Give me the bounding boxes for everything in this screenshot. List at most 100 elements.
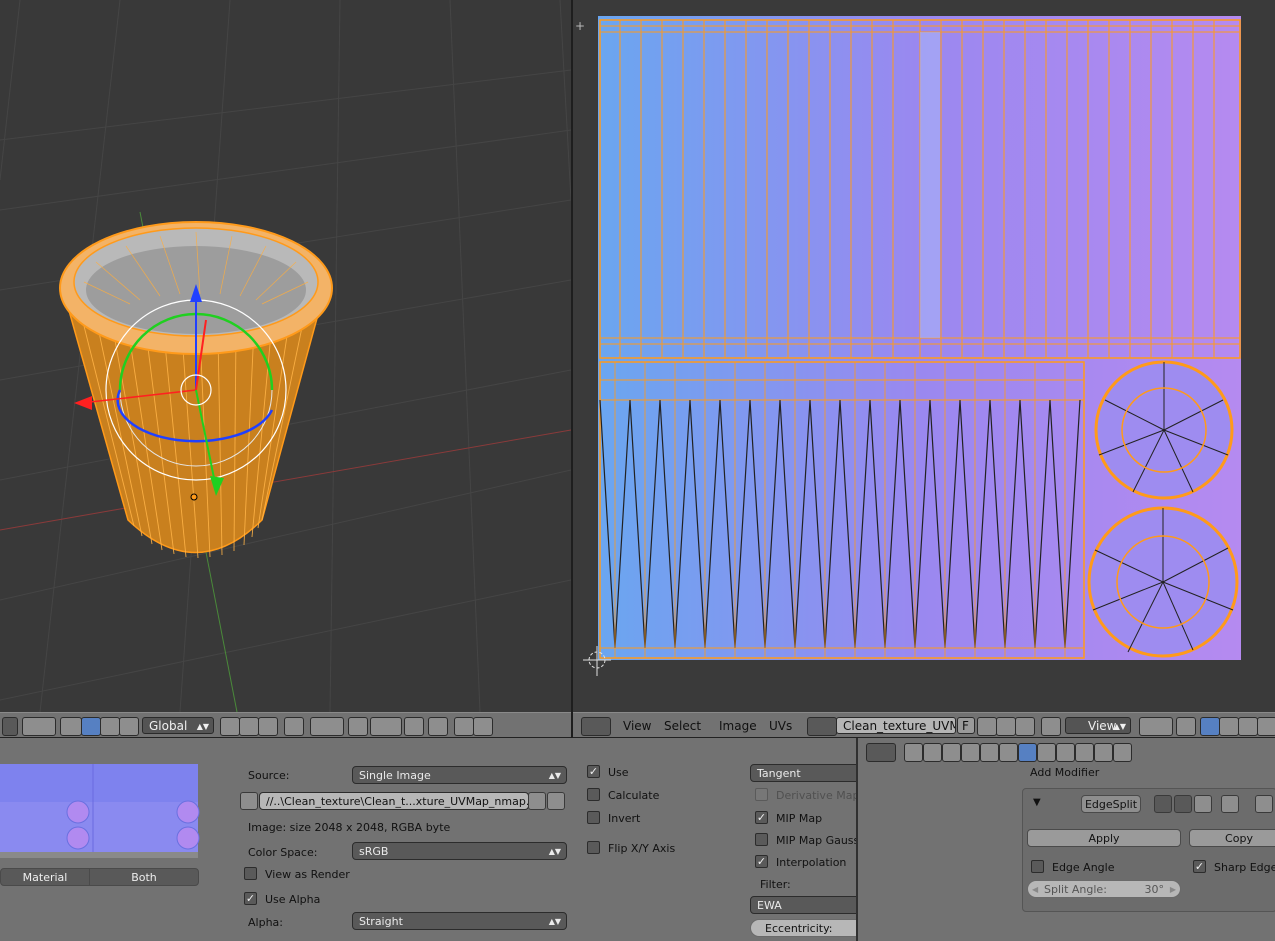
- menu-image[interactable]: Image: [719, 719, 757, 733]
- editor-type-icon[interactable]: [581, 717, 611, 736]
- add-modifier-button[interactable]: Add Modifier: [1022, 764, 1275, 782]
- modifier-icon[interactable]: [1018, 743, 1037, 762]
- image-browse-icon[interactable]: [807, 717, 837, 736]
- modifier-name-field[interactable]: EdgeSplit: [1081, 795, 1141, 813]
- uv-island-top-disc[interactable]: [1094, 360, 1234, 500]
- data-tab-icon[interactable]: [1037, 743, 1056, 762]
- 3d-viewport[interactable]: [0, 0, 571, 712]
- object-tab-icon[interactable]: [980, 743, 999, 762]
- render-tab-icon[interactable]: [904, 743, 923, 762]
- pin-icon[interactable]: [1041, 717, 1061, 736]
- menu-view[interactable]: View: [623, 719, 651, 733]
- cage-toggle-icon[interactable]: [1221, 795, 1239, 813]
- menu-select[interactable]: Select: [664, 719, 701, 733]
- scale-manipulator-icon[interactable]: [119, 717, 139, 736]
- expand-icon[interactable]: ▼: [1033, 797, 1041, 808]
- select-mode-icon[interactable]: [284, 717, 304, 736]
- material-button[interactable]: Material: [0, 868, 90, 886]
- use-alpha-checkbox[interactable]: ✓: [244, 892, 257, 905]
- edge-select-icon[interactable]: [1219, 717, 1239, 736]
- interpolation-checkbox[interactable]: ✓: [755, 855, 768, 868]
- both-button[interactable]: Both: [89, 868, 199, 886]
- source-select[interactable]: Single Image ▲▼: [352, 766, 567, 784]
- viewport-scene[interactable]: [0, 0, 571, 712]
- render-icon[interactable]: [454, 717, 474, 736]
- face-select-icon[interactable]: [1238, 717, 1258, 736]
- translate-manipulator-icon[interactable]: [81, 717, 101, 736]
- corner-widget-icon[interactable]: + +: [573, 19, 585, 33]
- viewport-toggle-icon[interactable]: [1174, 795, 1192, 813]
- open-image-icon[interactable]: [996, 717, 1016, 736]
- snap-target-icon[interactable]: [404, 717, 424, 736]
- preview-resize-handle[interactable]: [0, 852, 198, 858]
- display-mode-select[interactable]: View ▲▼: [1065, 717, 1131, 734]
- vertex-select-icon[interactable]: [1200, 717, 1220, 736]
- mip-map-gaussian-checkbox[interactable]: [755, 833, 768, 846]
- source-label: Source:: [248, 769, 290, 782]
- rotate-manipulator-icon[interactable]: [100, 717, 120, 736]
- filepath-field[interactable]: //..\Clean_texture\Clean_t...xture_UVMap…: [259, 792, 529, 810]
- material-tab-icon[interactable]: [1056, 743, 1075, 762]
- pivot-icon[interactable]: [1139, 717, 1173, 736]
- interpolation-label: Interpolation: [776, 856, 847, 869]
- derivative-map-checkbox[interactable]: [755, 788, 768, 801]
- use-checkbox[interactable]: ✓: [587, 765, 600, 778]
- physics-tab-icon[interactable]: [1113, 743, 1132, 762]
- eccentricity-field[interactable]: Eccentricity:: [750, 919, 860, 937]
- editor-type-icon[interactable]: [866, 743, 896, 762]
- render-layers-tab-icon[interactable]: [923, 743, 942, 762]
- orientation-select[interactable]: Global ▲▼: [142, 717, 214, 734]
- apply-button[interactable]: Apply: [1027, 829, 1181, 847]
- texture-tab-icon[interactable]: [1075, 743, 1094, 762]
- menu-uvs[interactable]: UVs: [769, 719, 792, 733]
- island-select-icon[interactable]: [1257, 717, 1275, 736]
- render-toggle-icon[interactable]: [1154, 795, 1172, 813]
- split-angle-field[interactable]: ◀ Split Angle: 30° ▶: [1027, 880, 1181, 898]
- calculate-checkbox[interactable]: [587, 788, 600, 801]
- layer-2-icon[interactable]: [239, 717, 259, 736]
- view-shading-icon[interactable]: [22, 717, 56, 736]
- scene-tab-icon[interactable]: [942, 743, 961, 762]
- file-browse-icon[interactable]: [528, 792, 546, 810]
- constraints-tab-icon[interactable]: [999, 743, 1018, 762]
- new-image-icon[interactable]: [977, 717, 997, 736]
- opengl-render-icon[interactable]: [428, 717, 448, 736]
- uv-canvas[interactable]: + +: [573, 0, 1275, 712]
- editor-type-icon[interactable]: [2, 717, 18, 736]
- image-name-field[interactable]: Clean_texture_UVM...: [836, 717, 956, 734]
- reload-icon[interactable]: [547, 792, 565, 810]
- world-tab-icon[interactable]: [961, 743, 980, 762]
- image-file-icon[interactable]: [240, 792, 258, 810]
- edge-angle-label: Edge Angle: [1052, 861, 1115, 874]
- particles-tab-icon[interactable]: [1094, 743, 1113, 762]
- sharp-edges-checkbox[interactable]: ✓: [1193, 860, 1206, 873]
- snap-element-icon[interactable]: [370, 717, 402, 736]
- pivot-icon[interactable]: [60, 717, 82, 736]
- render-animation-icon[interactable]: [473, 717, 493, 736]
- flip-xy-checkbox[interactable]: [587, 841, 600, 854]
- layer-1-icon[interactable]: [220, 717, 240, 736]
- alpha-select[interactable]: Straight ▲▼: [352, 912, 567, 930]
- mip-map-checkbox[interactable]: ✓: [755, 811, 768, 824]
- close-icon[interactable]: [1015, 717, 1035, 736]
- copy-button[interactable]: Copy: [1189, 829, 1275, 847]
- proportional-edit-icon[interactable]: [310, 717, 344, 736]
- layer-3-icon[interactable]: [258, 717, 278, 736]
- edge-angle-checkbox[interactable]: [1031, 860, 1044, 873]
- view-as-render-checkbox[interactable]: [244, 867, 257, 880]
- filter-value: EWA: [757, 899, 782, 912]
- decrement-arrow-icon[interactable]: ◀: [1032, 881, 1038, 898]
- normal-space-select[interactable]: Tangent: [750, 764, 860, 782]
- invert-checkbox[interactable]: [587, 811, 600, 824]
- color-space-select[interactable]: sRGB ▲▼: [352, 842, 567, 860]
- filter-select[interactable]: EWA: [750, 896, 860, 914]
- sync-selection-icon[interactable]: [1176, 717, 1196, 736]
- fake-user-button[interactable]: F: [957, 717, 975, 734]
- snap-icon[interactable]: [348, 717, 368, 736]
- uv-island-bottom-disc[interactable]: [1087, 506, 1239, 658]
- increment-arrow-icon[interactable]: ▶: [1170, 881, 1176, 898]
- sharp-edges-label: Sharp Edges: [1214, 861, 1275, 874]
- editmode-toggle-icon[interactable]: [1194, 795, 1212, 813]
- uv-image-editor[interactable]: + +: [573, 0, 1275, 712]
- move-up-icon[interactable]: [1255, 795, 1273, 813]
